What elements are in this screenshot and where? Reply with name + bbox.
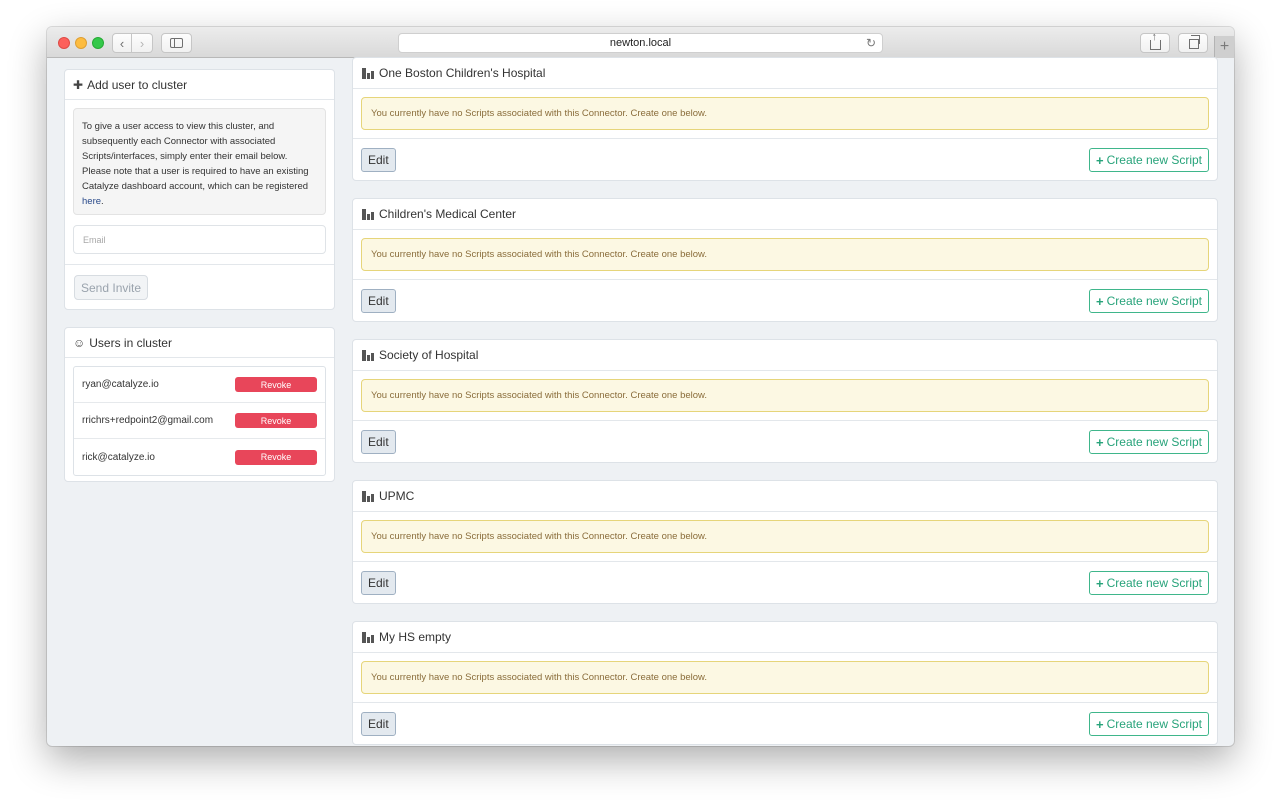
create-script-label: Create new Script [1106,717,1202,731]
edit-button[interactable]: Edit [361,430,396,454]
connector-footer: Edit + Create new Script [353,420,1217,463]
users-heading: ☺ Users in cluster [65,328,334,358]
add-user-heading: ✚ Add user to cluster [65,70,334,100]
no-scripts-alert: You currently have no Scripts associated… [361,520,1209,553]
tabs-icon [1189,35,1200,49]
plus-icon: + [1096,575,1104,591]
info-period: . [101,196,104,207]
revoke-button[interactable]: Revoke [235,413,317,428]
connector-name: My HS empty [379,630,452,644]
share-button[interactable] [1140,31,1170,53]
create-script-button[interactable]: + Create new Script [1089,148,1209,172]
page-content: ✚ Add user to cluster To give a user acc… [47,57,1234,746]
add-user-panel: ✚ Add user to cluster To give a user acc… [64,69,335,310]
users-panel: ☺ Users in cluster ryan@catalyze.io Revo… [64,327,335,482]
connector-footer: Edit + Create new Script [353,561,1217,604]
connector-name: Children's Medical Center [379,207,517,221]
connector-icon [362,349,375,361]
chevron-left-icon: ‹ [119,35,125,51]
register-link[interactable]: here [82,196,101,207]
connector-panel: One Boston Children's Hospital You curre… [352,57,1218,181]
show-tabs-button[interactable] [1178,33,1208,53]
connector-heading: One Boston Children's Hospital [353,58,1217,89]
revoke-button[interactable]: Revoke [235,377,317,392]
create-script-label: Create new Script [1106,576,1202,590]
plus-icon: + [1096,152,1104,168]
connector-name: UPMC [379,489,415,503]
connector-footer: Edit + Create new Script [353,138,1217,181]
edit-button[interactable]: Edit [361,571,396,595]
connector-panel: My HS empty You currently have no Script… [352,621,1218,745]
edit-button[interactable]: Edit [361,712,396,736]
create-script-label: Create new Script [1106,153,1202,167]
user-email: rrichrs+redpoint2@gmail.com [82,415,214,426]
connector-icon [362,67,375,79]
no-scripts-alert: You currently have no Scripts associated… [361,238,1209,271]
user-row: ryan@catalyze.io Revoke [74,367,325,403]
connector-icon [362,208,375,220]
connector-heading: My HS empty [353,622,1217,653]
users-title: Users in cluster [89,335,172,350]
address-bar[interactable]: newton.local ↻ [398,33,883,53]
email-field[interactable] [73,225,326,254]
back-button[interactable]: ‹ [112,33,132,53]
create-script-button[interactable]: + Create new Script [1089,571,1209,595]
create-script-button[interactable]: + Create new Script [1089,289,1209,313]
forward-button[interactable]: › [132,33,153,53]
connector-icon [362,631,375,643]
create-script-button[interactable]: + Create new Script [1089,430,1209,454]
plus-icon: + [1219,38,1230,55]
user-email: ryan@catalyze.io [82,379,159,390]
edit-button[interactable]: Edit [361,148,396,172]
browser-window: ‹ › newton.local ↻ + ✚ Add user to clust… [47,27,1234,746]
chevron-right-icon: › [139,35,145,51]
new-tab-button[interactable]: + [1214,36,1234,58]
browser-toolbar: ‹ › newton.local ↻ + [47,27,1234,58]
connector-footer: Edit + Create new Script [353,702,1217,745]
minimize-window-button[interactable] [75,37,87,49]
zoom-window-button[interactable] [92,37,104,49]
add-user-footer: Send Invite [65,264,334,310]
url-text: newton.local [609,37,672,49]
connector-icon [362,490,375,502]
edit-button[interactable]: Edit [361,289,396,313]
create-script-label: Create new Script [1106,435,1202,449]
connector-heading: UPMC [353,481,1217,512]
reload-icon[interactable]: ↻ [866,36,876,50]
connector-panel: UPMC You currently have no Scripts assoc… [352,480,1218,604]
plus-icon: ✚ [73,77,84,92]
connector-panel: Children's Medical Center You currently … [352,198,1218,322]
close-window-button[interactable] [58,37,70,49]
no-scripts-alert: You currently have no Scripts associated… [361,97,1209,130]
create-script-button[interactable]: + Create new Script [1089,712,1209,736]
plus-icon: + [1096,434,1104,450]
no-scripts-alert: You currently have no Scripts associated… [361,379,1209,412]
add-user-info-text: To give a user access to view this clust… [82,121,309,192]
connector-name: One Boston Children's Hospital [379,66,546,80]
send-invite-button[interactable]: Send Invite [74,275,149,300]
create-script-label: Create new Script [1106,294,1202,308]
connector-name: Society of Hospital [379,348,479,362]
sidebar-toggle-button[interactable] [161,33,192,53]
connector-heading: Society of Hospital [353,340,1217,371]
users-list: ryan@catalyze.io Revoke rrichrs+redpoint… [73,366,326,476]
plus-icon: + [1096,293,1104,309]
plus-icon: + [1096,716,1104,732]
connector-panel: Society of Hospital You currently have n… [352,339,1218,463]
share-icon [1149,31,1161,50]
user-row: rick@catalyze.io Revoke [74,439,325,475]
connector-footer: Edit + Create new Script [353,279,1217,322]
no-scripts-alert: You currently have no Scripts associated… [361,661,1209,694]
smiley-icon: ☺ [73,335,86,350]
user-email: rick@catalyze.io [82,451,155,463]
user-row: rrichrs+redpoint2@gmail.com Revoke [74,403,325,439]
connector-heading: Children's Medical Center [353,199,1217,230]
revoke-button[interactable]: Revoke [235,449,317,465]
add-user-title: Add user to cluster [87,77,188,92]
add-user-info: To give a user access to view this clust… [73,108,326,215]
sidebar-icon [170,38,183,48]
